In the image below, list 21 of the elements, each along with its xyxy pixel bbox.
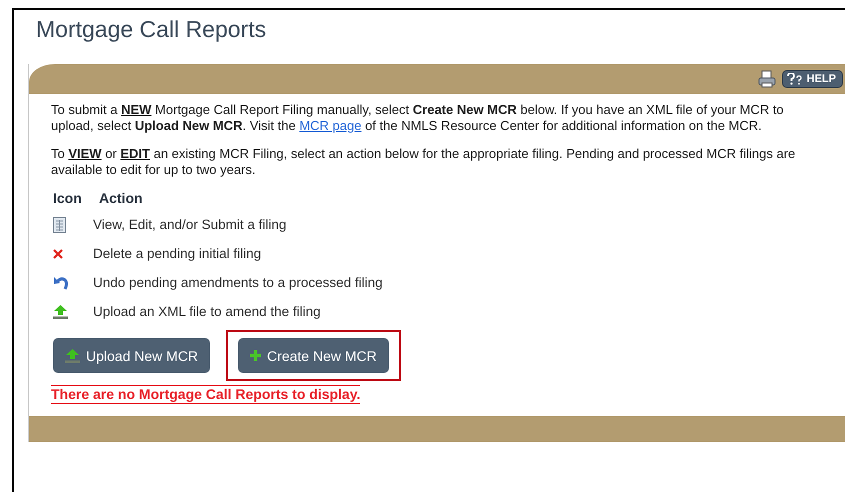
help-button[interactable]: HELP (782, 70, 843, 88)
upload-icon (65, 348, 80, 362)
column-header: Icon (53, 190, 83, 206)
plus-icon (250, 350, 262, 361)
mcr-page-link[interactable]: MCR page (299, 118, 362, 133)
empty-message: There are no Mortgage Call Reports to display. (51, 385, 360, 404)
upload-icon (53, 304, 68, 318)
instruction-paragraph: To submit a NEW Mortgage Call Report Filing manually, select Create New MCR below. If you have an XML file of your MCR to upload, select Upload New MCR. Visit the MCR page of the NMLS Resource Center for additional information on the MCR. (51, 102, 785, 134)
action-button[interactable]: Create New MCR (238, 338, 389, 373)
action-description: View, Edit, and/or Submit a filing (93, 217, 286, 232)
action-description: Upload an XML file to amend the filing (93, 304, 321, 319)
page-title: Mortgage Call Reports (36, 16, 268, 44)
instruction-paragraph: To VIEW or EDIT an existing MCR Filing, select an action below for the appropriate filing. Pending and processed MCR filings are available to edit for up to two years. (51, 146, 796, 178)
action-description: Undo pending amendments to a processed filing (93, 275, 383, 290)
delete-icon (53, 248, 63, 258)
document-icon (53, 216, 66, 232)
action-description: Delete a pending initial filing (93, 246, 262, 261)
undo-icon (53, 275, 69, 290)
action-button[interactable]: Upload New MCR (53, 338, 210, 373)
printer-icon[interactable] (758, 70, 776, 88)
column-header: Action (99, 190, 143, 206)
